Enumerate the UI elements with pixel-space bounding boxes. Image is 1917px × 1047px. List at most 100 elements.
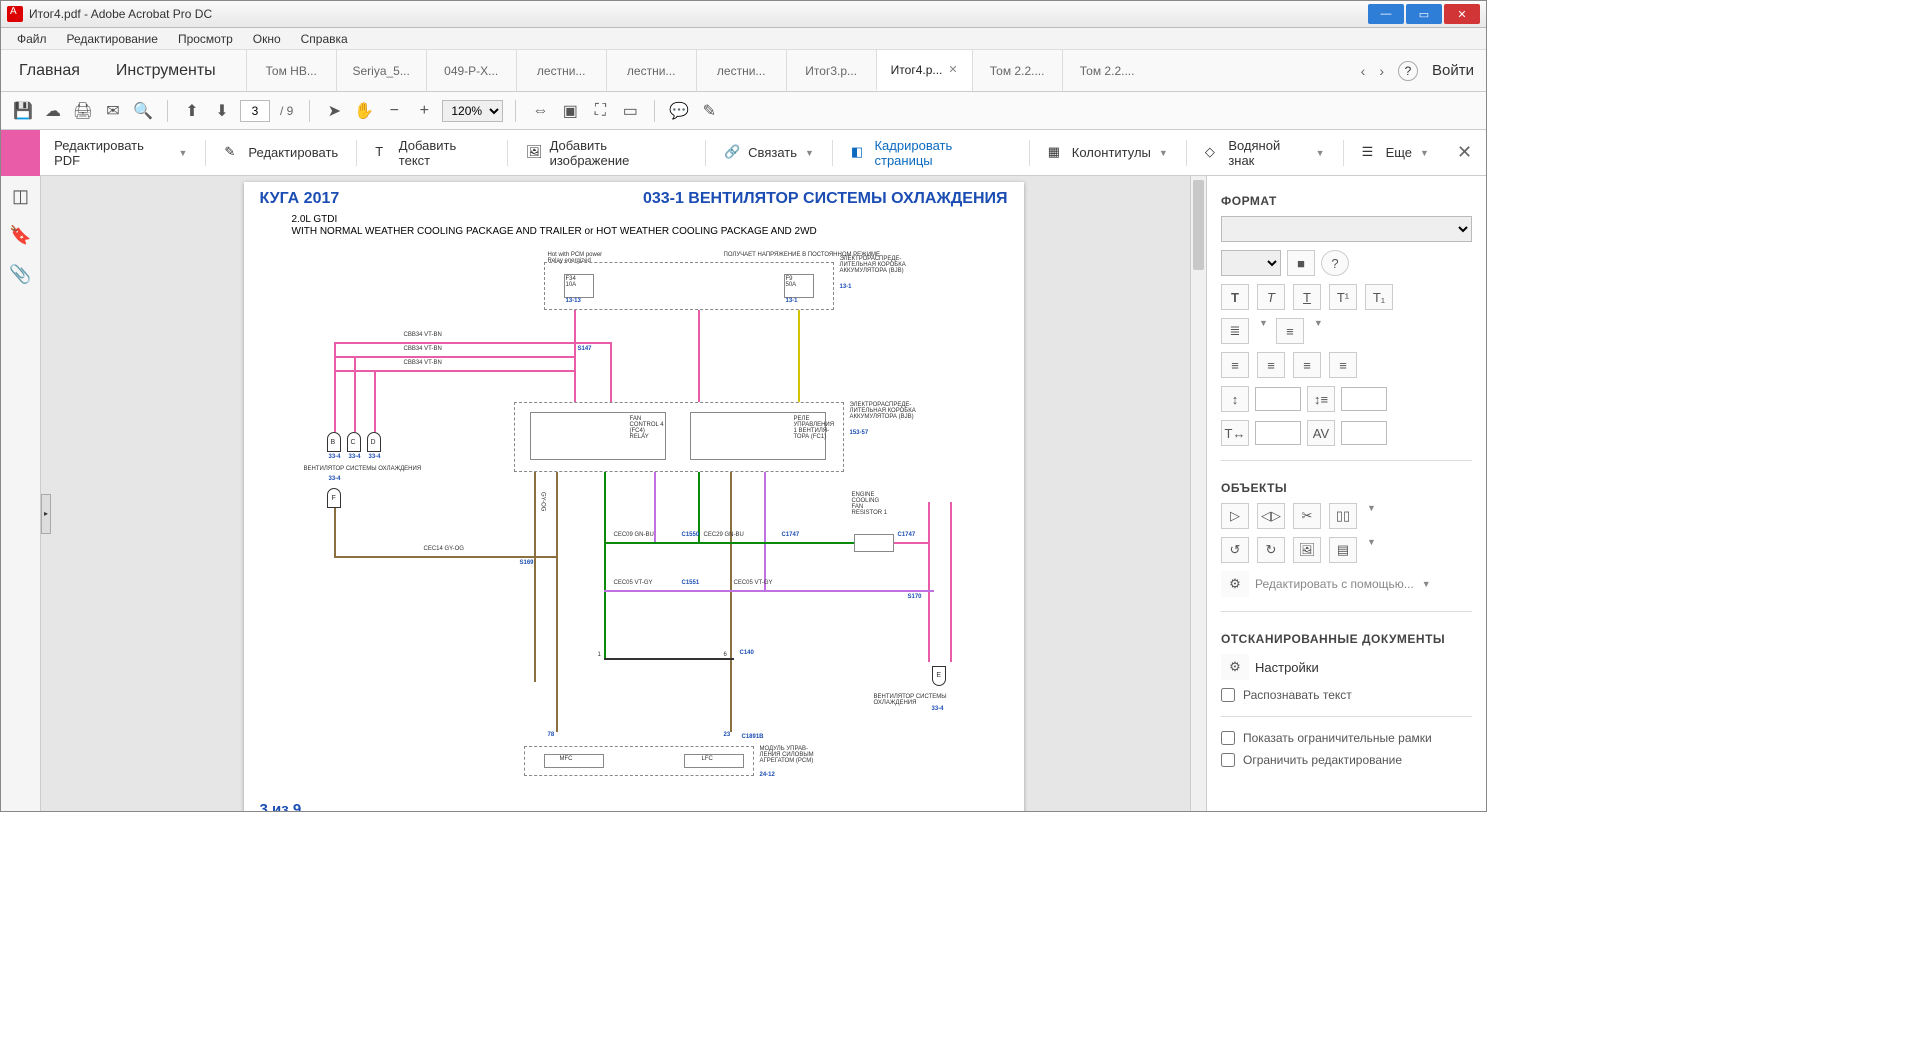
highlight-icon[interactable]: ✎ xyxy=(697,99,721,123)
font-family-select[interactable] xyxy=(1221,216,1472,242)
flip-horizontal-button[interactable]: ◁▷ xyxy=(1257,503,1285,529)
line-spacing-input[interactable] xyxy=(1255,387,1301,411)
vertical-scrollbar[interactable] xyxy=(1190,176,1206,811)
edit-button[interactable]: ✎Редактировать xyxy=(212,130,350,176)
restrict-editing-checkbox[interactable]: Ограничить редактирование xyxy=(1221,753,1472,767)
bookmarks-icon[interactable]: 🔖 xyxy=(9,225,31,246)
chevron-down-icon[interactable]: ▼ xyxy=(1367,503,1376,529)
edit-pdf-dropdown[interactable]: Редактировать PDF▼ xyxy=(42,130,199,176)
help-icon[interactable]: ? xyxy=(1398,61,1418,81)
horizontal-scale-input[interactable] xyxy=(1255,421,1301,445)
align-left-button[interactable]: ≡ xyxy=(1221,352,1249,378)
attachments-icon[interactable]: 📎 xyxy=(9,264,31,285)
italic-button[interactable]: T xyxy=(1257,284,1285,310)
doctab-3[interactable]: лестни... xyxy=(516,50,606,91)
save-icon[interactable]: 💾 xyxy=(11,99,35,123)
zoom-in-icon[interactable]: + xyxy=(412,99,436,123)
fit-page-icon[interactable]: ▣ xyxy=(558,99,582,123)
add-text-button[interactable]: TДобавить текст xyxy=(363,130,501,176)
tabs-prev-button[interactable]: ‹ xyxy=(1361,63,1366,79)
hand-tool-icon[interactable]: ✋ xyxy=(352,99,376,123)
menu-file[interactable]: Файл xyxy=(7,32,57,46)
crop-object-button[interactable]: ✂ xyxy=(1293,503,1321,529)
page-down-icon[interactable]: ⬇ xyxy=(210,99,234,123)
align-objects-button[interactable]: ▤ xyxy=(1329,537,1357,563)
align-center-button[interactable]: ≡ xyxy=(1257,352,1285,378)
subscript-button[interactable]: T₁ xyxy=(1365,284,1393,310)
edit-with-link[interactable]: Редактировать с помощью... xyxy=(1255,577,1414,591)
doctab-8[interactable]: Том 2.2.... xyxy=(972,50,1062,91)
zoom-select[interactable]: 120% xyxy=(442,100,503,122)
chevron-down-icon[interactable]: ▼ xyxy=(1422,579,1431,589)
replace-image-button[interactable]: 🖼 xyxy=(1293,537,1321,563)
bold-button[interactable]: T xyxy=(1221,284,1249,310)
read-mode-icon[interactable]: ▭ xyxy=(618,99,642,123)
edit-pdf-tab-icon[interactable] xyxy=(1,130,40,176)
zoom-out-icon[interactable]: − xyxy=(382,99,406,123)
settings-link[interactable]: Настройки xyxy=(1255,660,1319,675)
font-size-select[interactable] xyxy=(1221,250,1281,276)
show-boxes-checkbox[interactable]: Показать ограничительные рамки xyxy=(1221,731,1472,745)
crop-pages-button[interactable]: ◧Кадрировать страницы xyxy=(839,130,1023,176)
mail-icon[interactable]: ✉ xyxy=(101,99,125,123)
main-tabs-bar: Главная Инструменты Том HB... Seriya_5..… xyxy=(1,50,1486,92)
arrange-button[interactable]: ▯▯ xyxy=(1329,503,1357,529)
comment-icon[interactable]: 💬 xyxy=(667,99,691,123)
select-tool-icon[interactable]: ➤ xyxy=(322,99,346,123)
doctab-1[interactable]: Seriya_5... xyxy=(336,50,426,91)
doctab-5[interactable]: лестни... xyxy=(696,50,786,91)
watermark-button[interactable]: ◇Водяной знак▼ xyxy=(1193,130,1337,176)
rotate-ccw-button[interactable]: ↺ xyxy=(1221,537,1249,563)
cloud-icon[interactable]: ☁ xyxy=(41,99,65,123)
menu-window[interactable]: Окно xyxy=(243,32,291,46)
doctab-6[interactable]: Итог3.p... xyxy=(786,50,876,91)
close-edit-toolbar-button[interactable]: ✕ xyxy=(1443,142,1486,163)
menu-help[interactable]: Справка xyxy=(291,32,358,46)
flip-vertical-button[interactable]: ▷ xyxy=(1221,503,1249,529)
link-button[interactable]: 🔗Связать▼ xyxy=(712,130,826,176)
doctab-0[interactable]: Том HB... xyxy=(246,50,336,91)
paragraph-spacing-input[interactable] xyxy=(1341,387,1387,411)
tabs-next-button[interactable]: › xyxy=(1379,63,1384,79)
login-button[interactable]: Войти xyxy=(1432,62,1474,79)
number-list-button[interactable]: ≡ xyxy=(1276,318,1304,344)
tab-tools[interactable]: Инструменты xyxy=(98,62,234,80)
doctab-2[interactable]: 049-P-X... xyxy=(426,50,516,91)
page-number-input[interactable] xyxy=(240,100,270,122)
align-right-button[interactable]: ≡ xyxy=(1293,352,1321,378)
superscript-button[interactable]: T¹ xyxy=(1329,284,1357,310)
align-justify-button[interactable]: ≡ xyxy=(1329,352,1357,378)
doctab-7[interactable]: Итог4.p...✕ xyxy=(876,50,972,91)
more-button[interactable]: ☰Еще▼ xyxy=(1350,130,1441,176)
menu-edit[interactable]: Редактирование xyxy=(57,32,168,46)
expand-left-handle[interactable]: ▸ xyxy=(41,494,51,534)
window-minimize-button[interactable]: — xyxy=(1368,4,1404,24)
recognize-text-checkbox[interactable]: Распознавать текст xyxy=(1221,688,1472,702)
fullscreen-icon[interactable]: ⛶ xyxy=(588,99,612,123)
header-footer-button[interactable]: ▦Колонтитулы▼ xyxy=(1036,130,1180,176)
window-close-button[interactable]: ✕ xyxy=(1444,4,1480,24)
help-format-icon[interactable]: ? xyxy=(1321,250,1349,276)
menu-view[interactable]: Просмотр xyxy=(168,32,243,46)
chevron-down-icon[interactable]: ▼ xyxy=(1259,318,1268,344)
chevron-down-icon[interactable]: ▼ xyxy=(1314,318,1323,344)
print-icon[interactable]: 🖨 xyxy=(71,99,95,123)
fit-width-icon[interactable]: ⇔ xyxy=(528,99,552,123)
doctab-9[interactable]: Том 2.2.... xyxy=(1062,50,1152,91)
close-icon[interactable]: ✕ xyxy=(948,63,957,76)
doctab-4[interactable]: лестни... xyxy=(606,50,696,91)
scrollbar-thumb[interactable] xyxy=(1193,180,1204,270)
thumbnails-icon[interactable]: ◫ xyxy=(12,186,29,207)
bullet-list-button[interactable]: ≣ xyxy=(1221,318,1249,344)
tab-home[interactable]: Главная xyxy=(1,62,98,80)
chevron-down-icon[interactable]: ▼ xyxy=(1367,537,1376,563)
page-up-icon[interactable]: ⬆ xyxy=(180,99,204,123)
underline-button[interactable]: T xyxy=(1293,284,1321,310)
window-maximize-button[interactable]: ▭ xyxy=(1406,4,1442,24)
page-scroll-area[interactable]: КУГА 2017 033-1 ВЕНТИЛЯТОР СИСТЕМЫ ОХЛАЖ… xyxy=(41,176,1206,811)
color-picker-button[interactable]: ■ xyxy=(1287,250,1315,276)
rotate-cw-button[interactable]: ↻ xyxy=(1257,537,1285,563)
add-image-button[interactable]: 🖼Добавить изображение xyxy=(514,130,699,176)
search-icon[interactable]: 🔍 xyxy=(131,99,155,123)
char-spacing-input[interactable] xyxy=(1341,421,1387,445)
